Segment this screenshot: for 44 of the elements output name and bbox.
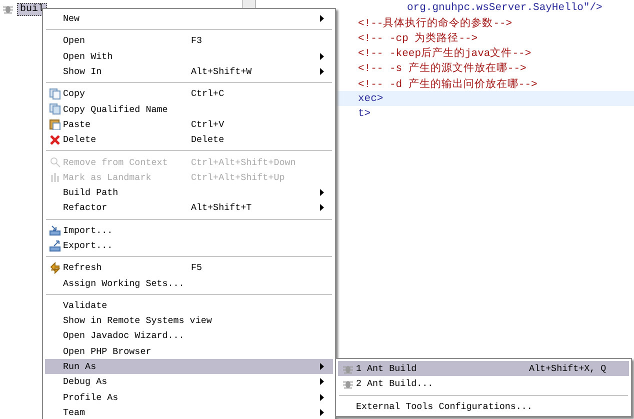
menu-item[interactable]: Export... — [45, 238, 333, 254]
menu-item[interactable]: 1 Ant Build Alt+Shift+X, Q — [338, 361, 629, 376]
landmark-icon — [49, 171, 61, 184]
menu-item[interactable]: Validate — [45, 298, 333, 314]
code-line: <!--具体执行的命令的参数--> — [358, 16, 512, 30]
file-item[interactable]: buil — [17, 2, 48, 16]
menu-item[interactable]: Delete Delete — [45, 132, 333, 148]
menu-item[interactable]: 2 Ant Build... — [338, 376, 629, 392]
menu-item[interactable]: Refactor Alt+Shift+T — [45, 200, 333, 216]
code-line: <!-- -cp 为类路径--> — [358, 31, 478, 45]
bug-icon — [2, 3, 14, 15]
menu-item[interactable]: Debug As — [45, 374, 333, 390]
code-line: xec> — [358, 92, 384, 105]
menu-item[interactable]: External Tools Configurations... — [338, 398, 629, 414]
menu-item[interactable]: Run As — [45, 358, 333, 374]
menu-item[interactable]: Import... — [45, 222, 333, 238]
menu-item[interactable]: Open F3 — [45, 33, 333, 49]
export-icon — [49, 240, 61, 252]
code-line: <!-- -s 产生的源文件放在哪--> — [358, 61, 526, 76]
remove-icon — [49, 156, 61, 168]
code-line: <!-- -d 产生的输出问价放在哪--> — [358, 77, 538, 91]
menu-item[interactable]: Refresh F5 — [45, 260, 333, 276]
copy-icon — [49, 88, 61, 100]
import-icon — [49, 224, 61, 236]
menu-item[interactable]: New — [45, 11, 333, 26]
menu-item[interactable]: Open Javadoc Wizard... — [45, 328, 333, 344]
menu-item[interactable]: Copy Qualified Name — [45, 101, 333, 117]
menu-item[interactable]: Build Path — [45, 184, 333, 200]
menu-item[interactable]: Profile As — [45, 390, 333, 405]
menu-item[interactable]: Copy Ctrl+C — [45, 86, 333, 102]
copy-icon — [49, 103, 61, 116]
code-line: <!-- -keep后产生的java文件--> — [358, 46, 532, 60]
code-line: t> — [358, 108, 371, 120]
menu-item[interactable]: Open With — [45, 48, 333, 64]
menu-item[interactable]: Assign Working Sets... — [45, 275, 333, 291]
menu-item[interactable]: Show In Alt+Shift+W — [45, 64, 333, 80]
code-line: org.gnuhpc.wsServer.SayHello"/> — [407, 2, 602, 14]
clipboard-icon — [49, 118, 61, 130]
menu-item[interactable]: Team — [45, 404, 333, 419]
menu-item[interactable]: Open PHP Browser — [45, 344, 333, 359]
delete-icon — [49, 134, 61, 146]
refresh-icon — [49, 262, 61, 274]
menu-item[interactable]: Show in Remote Systems view — [45, 313, 333, 328]
menu-item[interactable]: Paste Ctrl+V — [45, 116, 333, 132]
